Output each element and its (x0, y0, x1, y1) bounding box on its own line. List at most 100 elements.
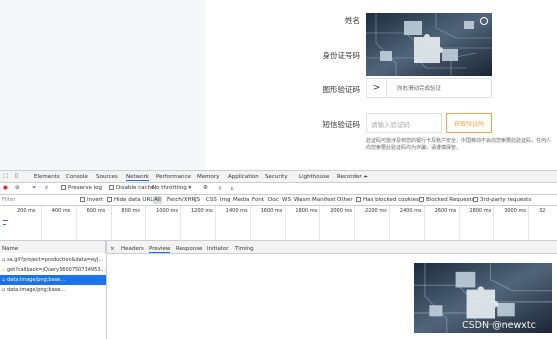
record-icon[interactable]: ● (3, 185, 8, 191)
timeline-tick-label: 800 ms (121, 208, 140, 214)
tab-elements[interactable]: Elements (34, 174, 60, 180)
watermark: CSDN @newxtc (462, 320, 536, 331)
type-fetch-xhr[interactable]: Fetch/XHR (167, 197, 196, 203)
timeline-tick-label: 1600 ms (260, 208, 283, 214)
third-party-requests-checkbox[interactable]: 3rd-party requests (473, 197, 531, 203)
type-css[interactable]: CSS (206, 197, 217, 203)
filter-icon[interactable]: ⏷ (32, 185, 36, 192)
tab-lighthouse[interactable]: Lighthouse (299, 174, 329, 180)
tab-memory[interactable]: Memory (197, 174, 219, 180)
tab-recorder[interactable]: Recorder ⏶ (337, 174, 368, 181)
page-left-panel (0, 0, 205, 170)
tab-security[interactable]: Security (265, 174, 288, 180)
timeline-tick-label: 1200 ms (191, 208, 213, 214)
timeline-tick-label: 2400 ms (399, 208, 422, 214)
slider-captcha[interactable]: > 向右滑动完成验证 (366, 78, 492, 98)
timeline-tick-label: 600 ms (86, 208, 106, 214)
sms-code-label: 短信验证码 (322, 120, 361, 129)
request-row[interactable]: ▫ data:image/png;base... (0, 285, 106, 295)
tab-headers[interactable]: Headers (121, 246, 144, 252)
type-js[interactable]: JS (195, 197, 200, 203)
tab-console[interactable]: Console (66, 174, 88, 180)
type-all[interactable]: All (153, 196, 162, 204)
export-har-icon[interactable]: ⭳ (231, 185, 233, 194)
name-label: 姓名 (345, 16, 360, 25)
network-conditions-icon[interactable]: ⚙ (203, 185, 208, 191)
type-media[interactable]: Media (233, 197, 250, 203)
image-file-icon: ▫ (2, 287, 6, 293)
type-doc[interactable]: Doc (268, 197, 279, 203)
timeline-gridline (458, 206, 460, 240)
filter-bar: Filter Invert Hide data URLs All Fetch/X… (0, 195, 557, 206)
close-icon[interactable]: × (110, 246, 115, 252)
timeline-gridline (389, 206, 390, 240)
invert-checkbox[interactable]: Invert (80, 197, 103, 203)
timeline-tick-label: 1800 ms (295, 208, 318, 214)
sms-hint-text: 验证码可能涉及到您的银行卡及账户安全，中国移动不会向您索要此验证码，任何人向您索… (366, 138, 552, 151)
detail-tab-bar (107, 241, 557, 254)
timeline-waterfall-mark (3, 224, 6, 225)
sms-code-input[interactable]: 请输入验证码 (366, 113, 442, 133)
type-img[interactable]: Img (220, 197, 230, 203)
tab-response[interactable]: Response (176, 246, 202, 252)
image-file-icon: ▫ (2, 277, 6, 283)
type-ws[interactable]: WS (282, 197, 291, 203)
captcha-image (366, 13, 492, 76)
device-toolbar-icon[interactable]: ▯ (15, 173, 18, 179)
timeline-tick-label: 400 ms (51, 208, 71, 214)
tab-performance[interactable]: Performance (156, 174, 191, 180)
timeline-gridline (249, 206, 251, 240)
timeline-tick-label: 2600 ms (434, 208, 457, 214)
request-row[interactable]: ▫ data:image/png;base... (0, 275, 106, 285)
tab-timing[interactable]: Timing (235, 246, 254, 252)
script-file-icon: ▫ (2, 267, 6, 273)
tab-network[interactable]: Network (126, 174, 149, 181)
timeline-gridline (180, 206, 182, 240)
tab-application[interactable]: Application (228, 174, 259, 180)
preserve-log-checkbox[interactable]: Preserve log (61, 185, 102, 191)
tab-sources[interactable]: Sources (96, 174, 118, 180)
has-blocked-cookies-checkbox[interactable]: Has blocked cookies (356, 197, 419, 203)
request-row[interactable]: ▫ get?callback=jQuery3600750734953... (0, 265, 106, 275)
timeline-gridline (319, 206, 321, 240)
timeline-gridline (145, 206, 147, 240)
timeline-gridline (110, 206, 112, 240)
timeline-tick-label: 200 ms (17, 208, 36, 214)
divider (106, 241, 107, 339)
timeline-gridline (528, 206, 530, 240)
type-manifest[interactable]: Manifest (312, 197, 335, 203)
import-har-icon[interactable]: ⭱ (219, 185, 221, 194)
timeline-gridline (354, 206, 356, 240)
throttling-select[interactable]: No throttling ▾ (152, 185, 191, 191)
timeline-tick-label: 3000 ms (504, 208, 526, 214)
inspect-icon[interactable]: ⬚ (3, 173, 8, 179)
type-font[interactable]: Font (252, 197, 264, 203)
timeline-tick-label: 2200 ms (365, 208, 387, 214)
name-column-header[interactable]: Name (0, 241, 106, 253)
timeline-tick-label: 2000 ms (330, 208, 352, 214)
filter-input[interactable]: Filter (2, 197, 16, 203)
blocked-requests-checkbox[interactable]: Blocked Requests (419, 197, 475, 203)
hide-data-urls-checkbox[interactable]: Hide data URLs (107, 197, 156, 203)
timeline-tick-label: 1400 ms (225, 208, 248, 214)
tab-initiator[interactable]: Initiator (207, 246, 228, 252)
clear-icon[interactable]: ⊘ (15, 185, 20, 191)
id-number-label: 身份证号码 (322, 51, 361, 60)
timeline-gridline (423, 206, 425, 240)
request-row[interactable]: ▫ sa.gif?project=production&data=eyJ... (0, 255, 106, 265)
tab-preview[interactable]: Preview (149, 246, 171, 253)
devtools-tab-bar: ⬚ ▯ Elements Console Sources Network Per… (0, 171, 557, 183)
slider-handle[interactable]: > (367, 79, 387, 97)
disable-cache-checkbox[interactable]: Disable cache (109, 185, 154, 191)
type-other[interactable]: Other (337, 197, 353, 203)
timeline-gridline (493, 206, 495, 240)
network-toolbar: ● ⊘ ⏷ ⌕ Preserve log Disable cache No th… (0, 183, 557, 195)
name-header-label: Name (2, 246, 19, 252)
get-sms-code-button[interactable]: 获取验证码 (446, 113, 492, 133)
type-wasm[interactable]: Wasm (294, 197, 311, 203)
timeline-tick-label: 32 (539, 208, 546, 214)
timeline-gridline (284, 206, 286, 240)
timeline-tick-label: 2800 ms (469, 208, 492, 214)
search-icon[interactable]: ⌕ (45, 185, 48, 192)
sa-gif-request-icon: ▫ (2, 257, 6, 263)
